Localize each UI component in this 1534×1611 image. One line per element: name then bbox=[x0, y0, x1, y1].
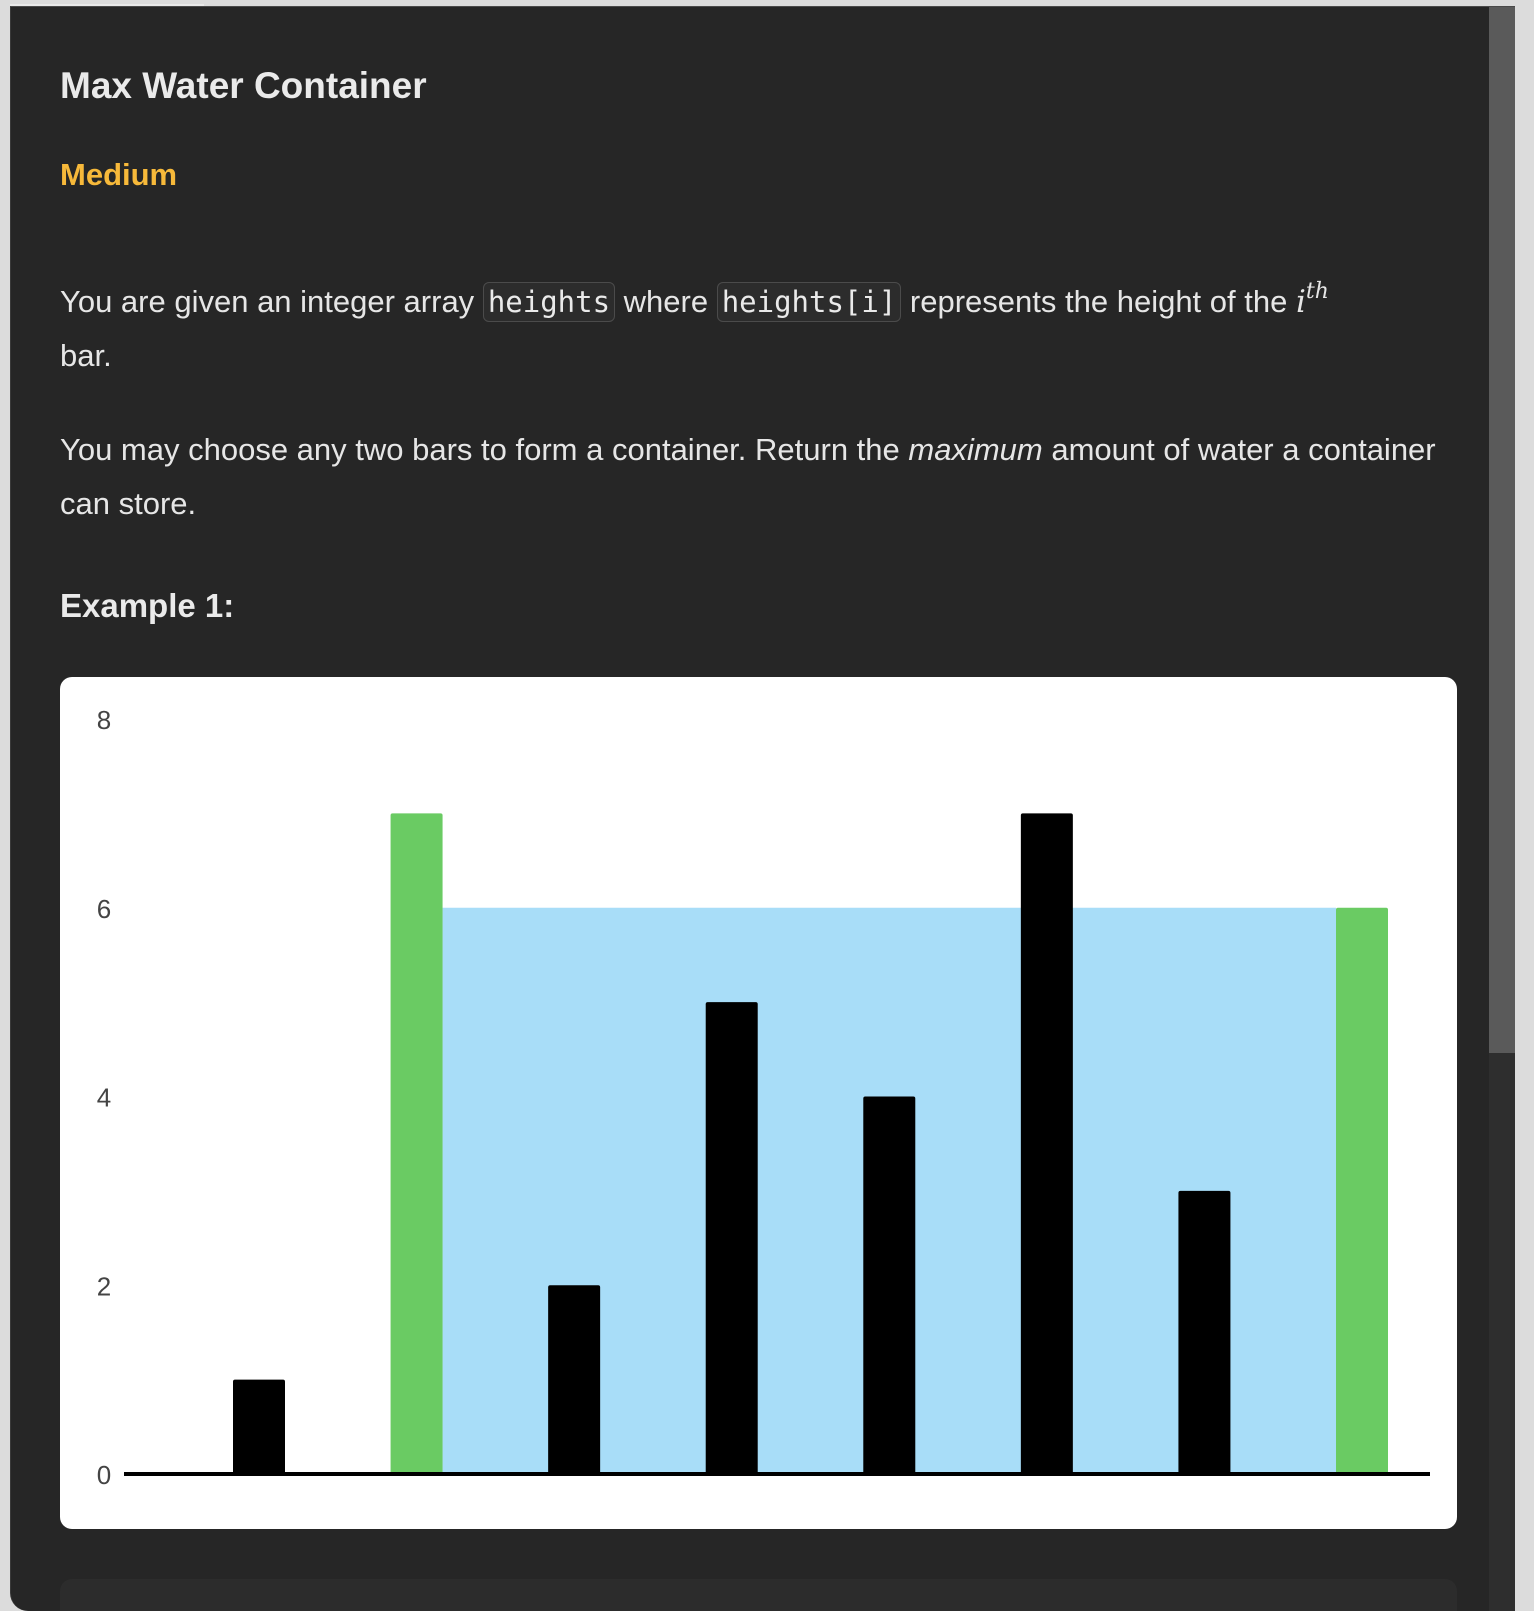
bar bbox=[548, 1285, 601, 1474]
code-heights: heights bbox=[482, 282, 616, 322]
problem-panel: Max Water Container Medium You are given… bbox=[10, 6, 1515, 1611]
example-output-block bbox=[60, 1579, 1457, 1611]
y-tick-label: 6 bbox=[97, 894, 111, 924]
math-ith: ith bbox=[1295, 279, 1329, 320]
y-tick-label: 2 bbox=[97, 1271, 111, 1301]
active-tab-indicator bbox=[10, 4, 204, 6]
example-chart: 0 2 4 6 8 bbox=[60, 677, 1457, 1529]
desc-text: represents the height of the bbox=[901, 284, 1296, 319]
bar-chart: 0 2 4 6 8 bbox=[97, 705, 1430, 1490]
math-base: i bbox=[1295, 284, 1306, 320]
y-tick-label: 0 bbox=[97, 1460, 111, 1490]
code-heights-i: heights[i] bbox=[716, 282, 902, 322]
y-tick-label: 4 bbox=[97, 1083, 111, 1113]
emphasis-maximum: maximum bbox=[908, 432, 1043, 467]
scrollbar-track[interactable] bbox=[1489, 7, 1515, 1611]
desc-text: where bbox=[615, 284, 717, 319]
bar-highlight bbox=[390, 813, 443, 1474]
problem-description: You are given an integer array heights w… bbox=[60, 265, 1460, 383]
bar-highlight bbox=[1336, 907, 1388, 1474]
desc-text: You are given an integer array bbox=[60, 284, 483, 319]
bar bbox=[1178, 1190, 1231, 1474]
scrollbar-thumb[interactable] bbox=[1489, 7, 1515, 1053]
y-tick-label: 8 bbox=[97, 705, 111, 735]
bar bbox=[863, 1096, 916, 1474]
bar bbox=[233, 1379, 285, 1474]
problem-title: Max Water Container bbox=[60, 65, 427, 106]
problem-description-2: You may choose any two bars to form a co… bbox=[60, 423, 1460, 531]
math-sup: th bbox=[1305, 279, 1329, 304]
desc-text: You may choose any two bars to form a co… bbox=[60, 432, 909, 467]
difficulty-badge: Medium bbox=[60, 157, 178, 192]
bar bbox=[1020, 813, 1073, 1474]
bar bbox=[705, 1002, 758, 1474]
example-heading: Example 1: bbox=[60, 587, 235, 624]
desc-text: bar. bbox=[60, 338, 112, 373]
